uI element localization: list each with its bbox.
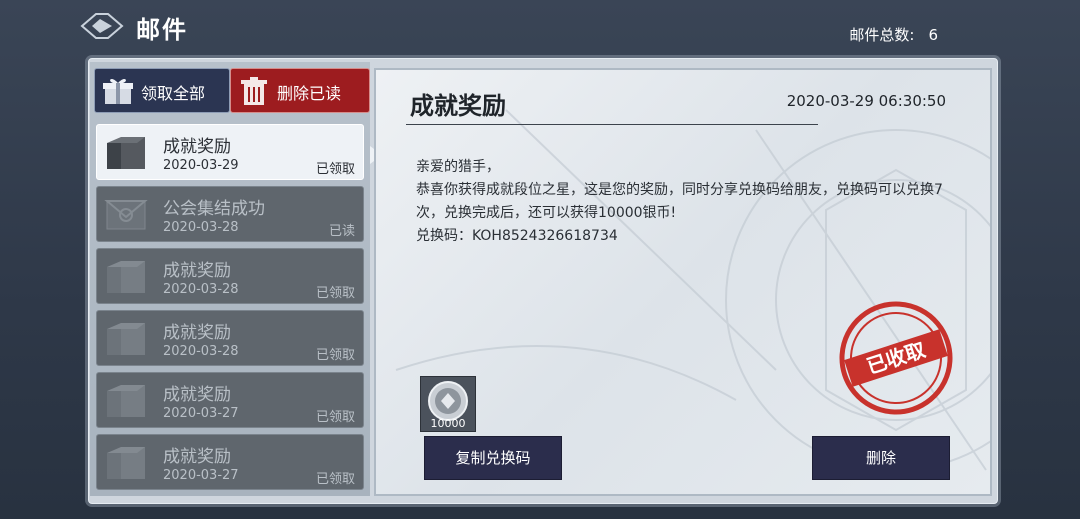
gift-icon bbox=[103, 78, 133, 104]
mail-item[interactable]: 公会集结成功 2020-03-28 已读 bbox=[96, 186, 364, 242]
claim-all-label: 领取全部 bbox=[141, 84, 206, 103]
title-divider bbox=[406, 124, 818, 125]
copy-code-button[interactable]: 复制兑换码 bbox=[424, 436, 562, 480]
redeem-code[interactable]: 兑换码：KOH8524326618734 bbox=[416, 225, 956, 248]
mail-title: 公会集结成功 bbox=[163, 199, 265, 219]
mail-date: 2020-03-28 bbox=[163, 344, 239, 359]
mail-detail-timestamp: 2020-03-29 06:30:50 bbox=[786, 92, 946, 110]
mail-date: 2020-03-28 bbox=[163, 282, 239, 297]
delete-read-label: 删除已读 bbox=[277, 84, 342, 103]
reward-item[interactable]: 10000 bbox=[420, 376, 476, 432]
mail-count: 邮件总数: 6 bbox=[849, 24, 938, 45]
mail-item[interactable]: 成就奖励 2020-03-29 已领取 bbox=[96, 124, 364, 180]
mail-item[interactable]: 成就奖励 2020-03-28 已领取 bbox=[96, 248, 364, 304]
mail-status: 已读 bbox=[328, 224, 355, 239]
mail-status: 已领取 bbox=[315, 472, 355, 487]
delete-mail-button[interactable]: 删除 bbox=[812, 436, 950, 480]
mail-date: 2020-03-28 bbox=[163, 220, 239, 235]
mail-status: 已领取 bbox=[315, 410, 355, 425]
mail-greeting: 亲爱的猎手， bbox=[416, 159, 500, 175]
mail-date: 2020-03-27 bbox=[163, 406, 239, 421]
mail-title: 成就奖励 bbox=[163, 447, 231, 467]
trash-icon bbox=[241, 77, 267, 105]
mail-date: 2020-03-27 bbox=[163, 468, 239, 483]
mail-item[interactable]: 成就奖励 2020-03-27 已领取 bbox=[96, 434, 364, 490]
page-title: 邮件 bbox=[136, 16, 188, 44]
guild-envelope-icon bbox=[104, 200, 148, 230]
reward-box-icon bbox=[107, 385, 145, 417]
mail-count-label: 邮件总数: bbox=[849, 26, 915, 44]
mail-body: 亲爱的猎手， 恭喜你获得成就段位之星，这是您的奖励，同时分享兑换码给朋友，兑换码… bbox=[416, 156, 956, 248]
mail-detail-title: 成就奖励 bbox=[410, 92, 506, 120]
mail-status: 已领取 bbox=[315, 162, 355, 177]
mail-message: 恭喜你获得成就段位之星，这是您的奖励，同时分享兑换码给朋友，兑换码可以兑换7次，… bbox=[416, 182, 943, 221]
claimed-stamp: 已收取 bbox=[839, 301, 953, 415]
delete-read-button[interactable]: 删除已读 bbox=[230, 68, 370, 113]
mail-list: 成就奖励 2020-03-29 已领取 公会集结成功 2020-03-28 已读… bbox=[96, 124, 364, 496]
reward-box-icon bbox=[107, 447, 145, 479]
mail-title: 成就奖励 bbox=[163, 323, 231, 343]
reward-box-icon bbox=[107, 323, 145, 355]
mail-logo-icon bbox=[80, 13, 124, 39]
mail-item[interactable]: 成就奖励 2020-03-27 已领取 bbox=[96, 372, 364, 428]
mail-title: 成就奖励 bbox=[163, 385, 231, 405]
claim-all-button[interactable]: 领取全部 bbox=[94, 68, 230, 113]
mail-title: 成就奖励 bbox=[163, 137, 231, 157]
mail-date: 2020-03-29 bbox=[163, 158, 239, 173]
reward-quantity: 10000 bbox=[430, 417, 466, 430]
mail-item[interactable]: 成就奖励 2020-03-28 已领取 bbox=[96, 310, 364, 366]
mail-status: 已领取 bbox=[315, 286, 355, 301]
mail-status: 已领取 bbox=[315, 348, 355, 363]
mail-title: 成就奖励 bbox=[163, 261, 231, 281]
reward-box-icon bbox=[107, 261, 145, 293]
mail-detail-panel: 成就奖励 2020-03-29 06:30:50 亲爱的猎手， 恭喜你获得成就段… bbox=[374, 68, 992, 496]
reward-box-icon bbox=[107, 137, 145, 169]
mail-count-value: 6 bbox=[928, 26, 938, 44]
